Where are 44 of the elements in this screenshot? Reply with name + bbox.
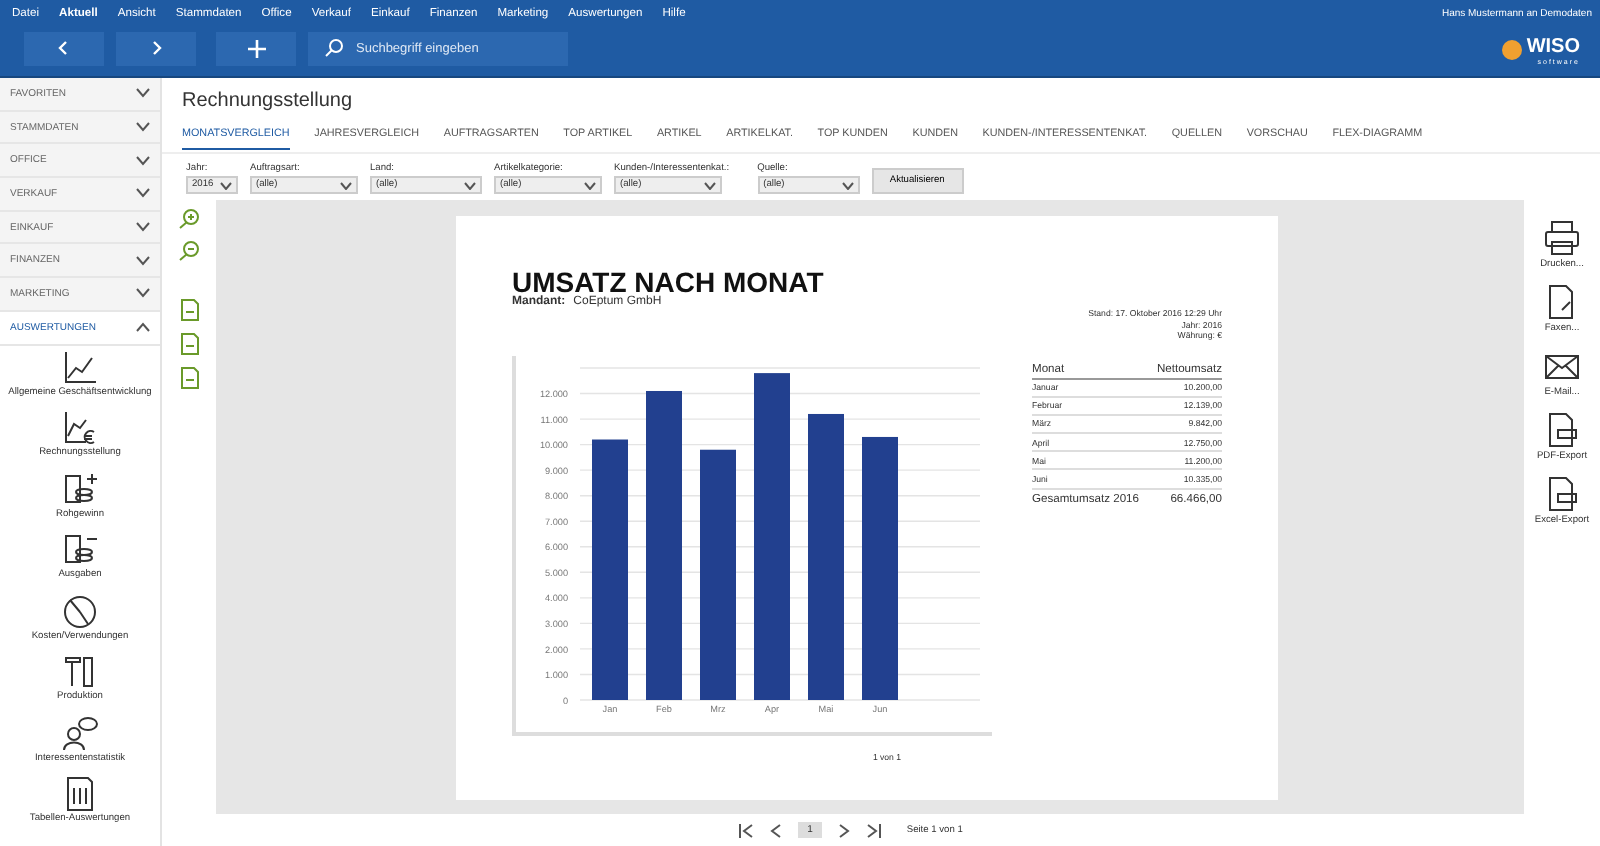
tools-icon [62, 654, 98, 690]
next-page-icon[interactable] [838, 823, 851, 837]
last-page-icon[interactable] [866, 823, 883, 837]
zoom-in-icon[interactable] [178, 208, 200, 230]
page-title: Rechnungsstellung [180, 88, 355, 116]
chevron-icon [340, 181, 352, 189]
chevron-icon [220, 181, 232, 189]
chevron-icon [136, 155, 150, 166]
chevron-icon [136, 255, 150, 266]
back-button[interactable] [24, 31, 104, 65]
document-icon[interactable] [179, 366, 199, 390]
chevron-icon [841, 181, 854, 189]
logo-icon [1500, 38, 1525, 62]
previous-page-icon[interactable] [769, 823, 782, 837]
search-icon [324, 38, 344, 58]
first-page-icon[interactable] [737, 823, 754, 837]
forward-button[interactable] [116, 31, 196, 65]
add-button[interactable] [216, 31, 296, 65]
report-title: UMSATZ NACH MONAT [512, 268, 826, 296]
chevron-icon [136, 188, 150, 199]
coins-minus-icon [61, 532, 98, 568]
document-export-icon [1544, 412, 1580, 448]
chevron-icon [136, 222, 150, 233]
chevron-icon [136, 288, 150, 299]
euro-chart-icon [62, 410, 98, 446]
document-icon[interactable] [179, 298, 199, 322]
plus-icon [247, 39, 265, 57]
person-speech-icon [62, 715, 98, 751]
chevron-icon [704, 181, 716, 189]
forward-icon [148, 40, 164, 56]
chevron-icon [136, 122, 150, 133]
trend-chart-icon [61, 349, 98, 385]
coins-plus-icon [61, 471, 98, 507]
printer-icon [1544, 220, 1580, 256]
back-icon [56, 40, 72, 56]
document-table-icon [61, 776, 98, 812]
document-export-icon [1543, 476, 1580, 512]
chevron-icon [136, 88, 150, 99]
chevron-icon [136, 322, 150, 333]
chevron-icon [464, 181, 476, 189]
pie-chart-icon [62, 593, 98, 629]
zoom-out-icon[interactable] [178, 240, 200, 262]
document-icon[interactable] [179, 332, 199, 356]
chevron-icon [584, 181, 596, 189]
